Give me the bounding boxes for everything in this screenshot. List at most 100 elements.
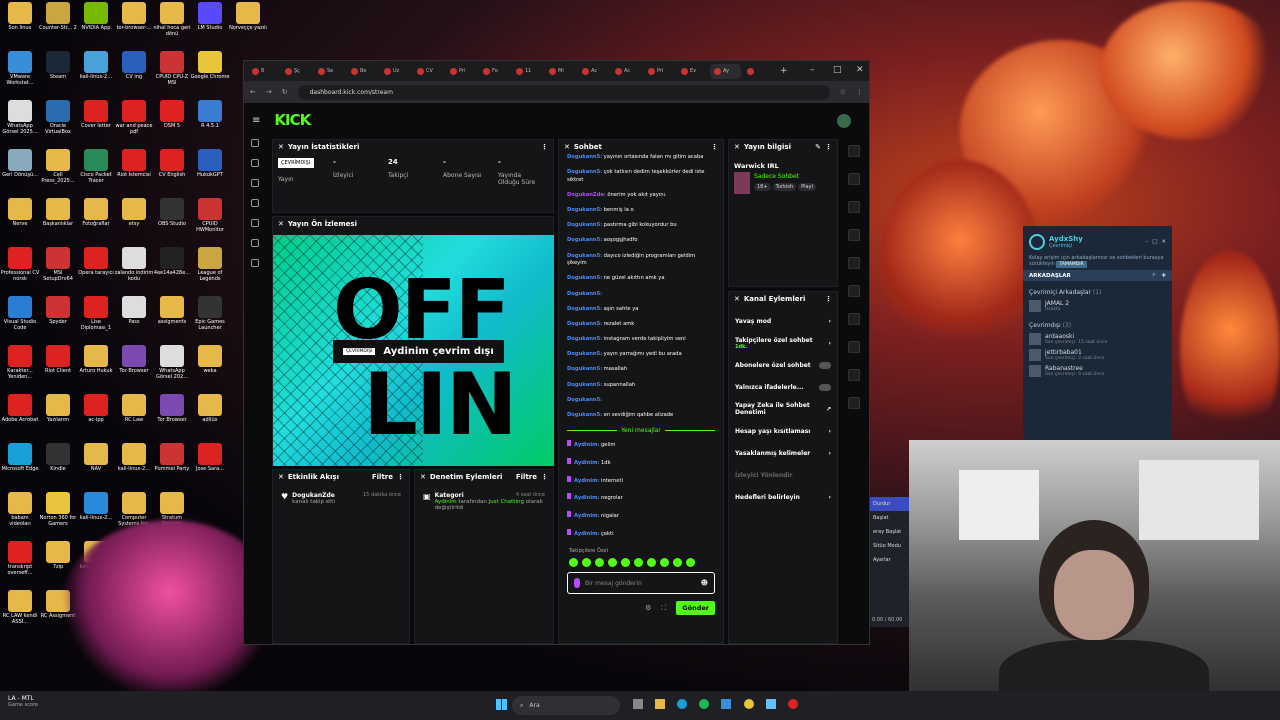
desktop-icon[interactable]: kali-linux-2... [76, 492, 116, 521]
start-icon[interactable] [496, 699, 507, 710]
desktop-icon[interactable]: Riot İstemcisi [114, 149, 154, 178]
desktop-icon[interactable]: Pass [114, 296, 154, 325]
search-box[interactable]: ⌕ Ara [512, 696, 620, 715]
maximize-button[interactable]: □ [833, 65, 842, 75]
desktop-icon[interactable]: weka [190, 345, 230, 374]
desktop-icon[interactable]: OBS Studio [152, 198, 192, 227]
bolt-icon[interactable] [848, 229, 860, 241]
desktop-icon[interactable]: Lise Diploması_1 [76, 296, 116, 331]
more-icon[interactable]: ⋮ [825, 295, 832, 303]
obs-control[interactable]: Sitüo Modu [870, 539, 910, 553]
browser-tab[interactable]: Ac [578, 64, 609, 79]
browser-tab[interactable] [743, 64, 774, 79]
browser-tab[interactable]: Ay [710, 63, 741, 79]
obs-control[interactable]: Başlat [870, 511, 910, 525]
rail-icon[interactable] [251, 259, 259, 267]
desktop-icon[interactable]: Son linux [0, 2, 40, 31]
channel-action[interactable]: Hesap yaşı kısıtlaması › [729, 420, 837, 442]
more-icon[interactable]: ⋮ [541, 473, 548, 481]
obs-control[interactable]: eray Başlat [870, 525, 910, 539]
minimize-button[interactable]: – [810, 65, 815, 75]
collapse-icon[interactable]: ✕ [278, 473, 284, 481]
desktop-icon[interactable]: CPUID HWMonitor [190, 198, 230, 233]
browser-tab[interactable]: Se [314, 64, 345, 79]
desktop-icon[interactable]: Cell Press_2025... [38, 149, 78, 184]
desktop-icon[interactable]: Cover letter [76, 100, 116, 129]
desktop-icon[interactable]: Jose Sara... [190, 443, 230, 472]
link-icon[interactable] [848, 313, 860, 325]
friend-row[interactable]: jettirbaba01 Son çevrimiçi: 2 saat önce [1023, 347, 1172, 363]
close-button[interactable]: ✕ [856, 65, 864, 75]
channel-action[interactable]: İzleyici Yönlendir [729, 464, 837, 486]
browser-tab[interactable]: Be [347, 64, 378, 79]
send-button[interactable]: Gönder [676, 601, 715, 616]
desktop-icon[interactable]: WhatsApp Görsel 202... [152, 345, 192, 380]
dismiss-button[interactable]: TAMAMDIR [1056, 261, 1087, 268]
more-icon[interactable]: ⋮ [711, 143, 718, 151]
collapse-icon[interactable]: ✕ [734, 143, 740, 151]
menu-icon[interactable]: ≡ [252, 115, 260, 126]
friend-row[interactable]: Rabanastree Son çevrimiçi: 6 saat önce [1023, 363, 1172, 379]
desktop-icon[interactable]: HukukGPT [190, 149, 230, 178]
weather-widget[interactable]: LA - MTL [8, 695, 38, 702]
browser-tab[interactable]: CV [413, 64, 444, 79]
desktop-icon[interactable]: CV ing [114, 51, 154, 80]
browser-tab[interactable]: Pri [446, 64, 477, 79]
toggle-switch[interactable] [819, 383, 831, 391]
tag[interactable]: Turkish [772, 183, 797, 191]
friend-row[interactable]: JAMAL 2 Uzakta [1023, 298, 1172, 314]
browser-tab[interactable]: Ac [611, 64, 642, 79]
more-icon[interactable]: ⋮ [541, 143, 548, 151]
desktop-icon[interactable]: 7zip [38, 541, 78, 570]
bookmark-icon[interactable]: ☆ [840, 88, 846, 96]
collapse-icon[interactable]: ✕ [734, 295, 740, 303]
desktop-icon[interactable]: Steam [38, 51, 78, 80]
desktop-icon[interactable]: CPUID CPU-Z MSI [152, 51, 192, 86]
desktop-icon[interactable]: Norveççe yazılı [228, 2, 268, 31]
new-tab-button[interactable]: + [780, 66, 788, 76]
desktop-icon[interactable]: nihal hoca geri dönü [152, 2, 192, 37]
tag[interactable]: Playl [798, 183, 816, 191]
taskbar-app-icon[interactable] [677, 699, 687, 709]
edit-icon[interactable]: ✎ [815, 143, 821, 151]
desktop-icon[interactable]: Yazılarım [38, 394, 78, 423]
forward-icon[interactable]: → [266, 88, 272, 96]
reload-icon[interactable]: ↻ [282, 88, 288, 96]
channel-action[interactable]: Hedefleri belirleyin › [729, 486, 837, 508]
desktop-icon[interactable]: NVIDIA App [76, 2, 116, 31]
browser-tab[interactable]: Ev [677, 64, 708, 79]
taskbar-app-icon[interactable] [766, 699, 776, 709]
avatar[interactable] [837, 114, 851, 128]
chat-icon[interactable] [848, 285, 860, 297]
desktop-icon[interactable]: Tor Browser [114, 345, 154, 374]
scan-icon[interactable] [848, 201, 860, 213]
desktop-icon[interactable]: WhatsApp Görsel 2025... [0, 100, 40, 135]
wrench-icon[interactable] [848, 369, 860, 381]
rail-icon[interactable] [251, 219, 259, 227]
desktop-icon[interactable]: Nerve [0, 198, 40, 227]
collapse-icon[interactable]: ✕ [564, 143, 570, 151]
desktop-icon[interactable]: NAV [76, 443, 116, 472]
channel-action[interactable]: Takipçilere özel sohbet 1dk. › [729, 332, 837, 354]
desktop-icon[interactable]: transkript overseff... [0, 541, 40, 576]
list-icon[interactable] [848, 341, 860, 353]
desktop-icon[interactable]: Fotoğraflar [76, 198, 116, 227]
desktop-icon[interactable]: Norton 360 for Gamers [38, 492, 78, 527]
desktop-icon[interactable]: Oracle VirtualBox [38, 100, 78, 135]
taskbar-app-icon[interactable] [721, 699, 731, 709]
settings-icon[interactable]: ⚙ [645, 604, 651, 612]
channel-action[interactable]: Yavaş mod › [729, 310, 837, 332]
taskbar-app-icon[interactable] [788, 699, 798, 709]
desktop-icon[interactable]: assigments [152, 296, 192, 325]
desktop-icon[interactable]: CV English [152, 149, 192, 178]
desktop-icon[interactable]: Kindle [38, 443, 78, 472]
browser-tab[interactable]: 8 [248, 64, 279, 79]
channel-action[interactable]: Yapay Zeka ile Sohbet Denetimi ↗ [729, 398, 837, 420]
desktop-icon[interactable]: RC Law [114, 394, 154, 423]
kick-logo[interactable]: KICK [274, 111, 311, 129]
avatar[interactable] [1029, 234, 1045, 250]
filter-button[interactable]: Filtre [516, 473, 537, 481]
emoji-icon[interactable]: ☻ [701, 579, 708, 587]
desktop-icon[interactable]: Karakter... Yeniden... [0, 345, 40, 380]
desktop-icon[interactable]: ac-ipp [76, 394, 116, 423]
